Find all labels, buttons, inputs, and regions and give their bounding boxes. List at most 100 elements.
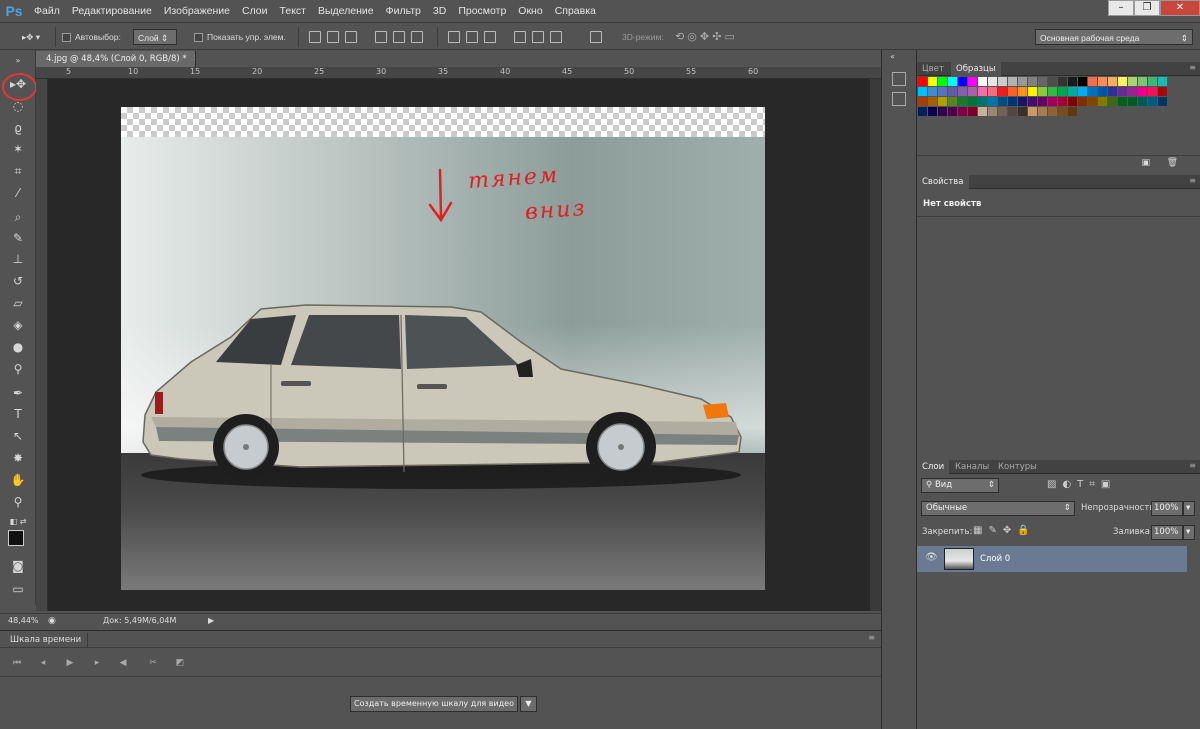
scissors-icon[interactable]: ✂ [146, 656, 160, 670]
eyedropper-icon[interactable]: ⁄ [8, 184, 28, 202]
color-swatch[interactable] [918, 107, 927, 116]
color-swatch[interactable] [1108, 97, 1117, 106]
history-brush-icon[interactable]: ↺ [8, 272, 28, 290]
color-swatch[interactable] [1068, 107, 1077, 116]
menu-help[interactable]: Справка [549, 0, 602, 22]
color-swatch[interactable] [1148, 97, 1157, 106]
close-button[interactable]: ✕ [1160, 0, 1200, 16]
color-swatch[interactable] [978, 77, 987, 86]
paint-bucket-icon[interactable]: ◈ [8, 316, 28, 334]
blur-tool-icon[interactable]: ● [8, 338, 28, 356]
opacity-input[interactable]: 100% [1151, 501, 1183, 516]
distribute-right-icon[interactable] [550, 31, 562, 43]
pen-tool-icon[interactable]: ✒ [8, 384, 28, 402]
maximize-button[interactable]: ❐ [1134, 0, 1160, 16]
color-swatch[interactable] [1008, 77, 1017, 86]
color-swatch[interactable] [988, 87, 997, 96]
color-swatch[interactable] [988, 97, 997, 106]
crop-tool-icon[interactable]: ⌗ [8, 162, 28, 180]
document-tab[interactable]: 4.jpg @ 48,4% (Слой 0, RGB/8) * ✕ [36, 51, 196, 67]
color-swatch[interactable] [988, 77, 997, 86]
color-swatch[interactable] [1038, 97, 1047, 106]
color-swatch[interactable] [958, 97, 967, 106]
color-swatch[interactable] [1158, 87, 1167, 96]
color-swatch[interactable] [1078, 87, 1087, 96]
color-swatch[interactable] [968, 97, 977, 106]
color-swatch[interactable] [958, 107, 967, 116]
align-left-icon[interactable] [309, 31, 321, 43]
menu-edit[interactable]: Редактирование [66, 0, 158, 22]
menu-3d[interactable]: 3D [427, 0, 452, 22]
menu-select[interactable]: Выделение [312, 0, 380, 22]
swap-colors-icon[interactable]: ◧ ⇄ [8, 513, 28, 531]
color-swatch[interactable] [1068, 97, 1077, 106]
color-swatch[interactable] [918, 87, 927, 96]
opacity-dropdown-icon[interactable]: ▾ [1183, 501, 1195, 516]
visibility-eye-icon[interactable]: 👁 [925, 552, 938, 563]
prev-frame-icon[interactable]: ◂ [36, 656, 50, 670]
color-swatch[interactable] [1108, 77, 1117, 86]
color-swatch[interactable] [928, 107, 937, 116]
color-swatch[interactable] [1078, 97, 1087, 106]
tab-color[interactable]: Цвет [917, 62, 949, 76]
color-swatch[interactable] [1058, 77, 1067, 86]
autoselect-dropdown[interactable]: Слой ⇕ [133, 29, 177, 45]
foreground-color-swatch[interactable] [8, 530, 24, 546]
new-swatch-icon[interactable]: ▣ [1141, 158, 1150, 168]
hand-tool-icon[interactable]: ✋ [8, 471, 28, 489]
align-hcenter-icon[interactable] [327, 31, 339, 43]
color-swatch[interactable] [1018, 87, 1027, 96]
color-swatch[interactable] [1018, 77, 1027, 86]
color-swatch[interactable] [958, 87, 967, 96]
create-video-timeline-button[interactable]: Создать временную шкалу для видео [350, 696, 518, 712]
color-swatch[interactable] [1038, 77, 1047, 86]
menu-window[interactable]: Окно [512, 0, 548, 22]
history-panel-icon[interactable] [892, 72, 906, 86]
color-swatch[interactable] [1028, 107, 1037, 116]
color-swatch[interactable] [1048, 97, 1057, 106]
lock-icons[interactable]: ▦✎✥🔒 [973, 525, 1036, 536]
vertical-scrollbar[interactable] [870, 79, 881, 611]
color-swatch[interactable] [1028, 87, 1037, 96]
color-swatch[interactable] [938, 87, 947, 96]
screen-mode-icon[interactable]: ▭ [8, 580, 28, 598]
magic-wand-icon[interactable]: ✶ [8, 140, 28, 158]
next-frame-icon[interactable]: ▸ [90, 656, 104, 670]
audio-icon[interactable]: ◀ [116, 656, 130, 670]
color-swatch[interactable] [1028, 97, 1037, 106]
distribute-top-icon[interactable] [448, 31, 460, 43]
color-swatch[interactable] [1018, 97, 1027, 106]
color-swatch[interactable] [1068, 77, 1077, 86]
status-menu-arrow-icon[interactable]: ▶ [208, 616, 214, 625]
distribute-vcenter-icon[interactable] [466, 31, 478, 43]
color-swatch[interactable] [958, 77, 967, 86]
color-swatch[interactable] [1028, 77, 1037, 86]
panel-menu-icon[interactable]: ≡ [868, 633, 875, 642]
color-swatch[interactable] [1148, 87, 1157, 96]
quick-mask-icon[interactable]: ◙ [8, 557, 28, 575]
color-swatch[interactable] [1158, 77, 1167, 86]
menu-layers[interactable]: Слои [236, 0, 274, 22]
color-swatch[interactable] [1058, 97, 1067, 106]
color-swatch[interactable] [948, 87, 957, 96]
shape-tool-icon[interactable]: ✸ [8, 449, 28, 467]
color-swatch[interactable] [1018, 107, 1027, 116]
menu-view[interactable]: Просмотр [452, 0, 512, 22]
color-swatch[interactable] [918, 77, 927, 86]
color-swatch[interactable] [1088, 87, 1097, 96]
tab-swatches[interactable]: Образцы [951, 62, 1001, 76]
color-swatch[interactable] [1158, 97, 1167, 106]
color-swatch[interactable] [1038, 107, 1047, 116]
color-swatch[interactable] [1118, 77, 1127, 86]
align-top-icon[interactable] [375, 31, 387, 43]
color-swatch[interactable] [948, 97, 957, 106]
tab-paths[interactable]: Контуры [993, 460, 1042, 474]
color-swatch[interactable] [998, 77, 1007, 86]
color-swatch[interactable] [1038, 87, 1047, 96]
layer-filter-dropdown[interactable]: ⚲ Вид ⇕ [921, 478, 999, 493]
brush-tool-icon[interactable]: ✎ [8, 229, 28, 247]
distribute-hcenter-icon[interactable] [532, 31, 544, 43]
color-swatch[interactable] [1008, 107, 1017, 116]
menu-image[interactable]: Изображение [158, 0, 236, 22]
go-to-first-icon[interactable]: ⏮ [10, 656, 24, 670]
